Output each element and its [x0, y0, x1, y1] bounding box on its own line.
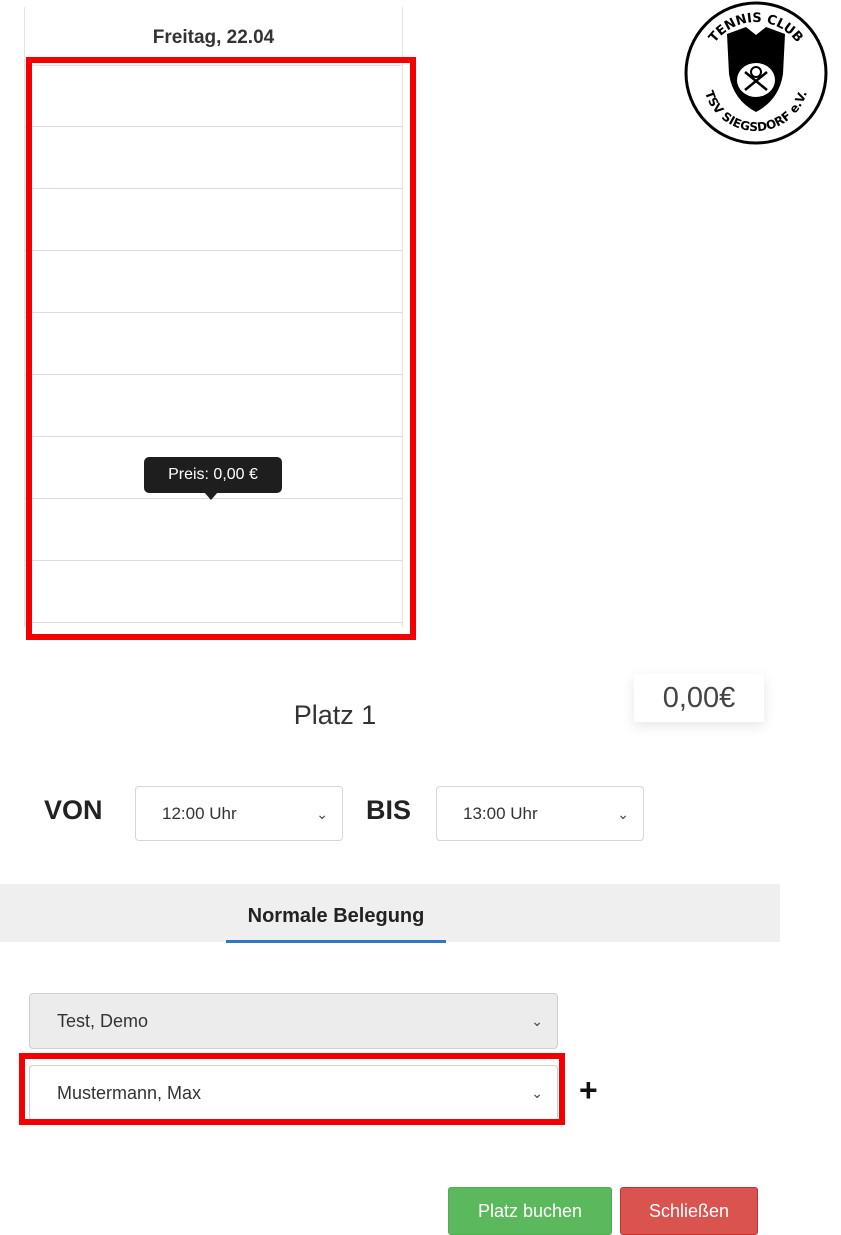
- von-label: VON: [44, 795, 103, 825]
- von-value: 12:00 Uhr: [162, 804, 237, 823]
- bis-select[interactable]: 13:00 Uhr ⌄: [436, 786, 644, 841]
- tab-normale-belegung[interactable]: Normale Belegung: [226, 884, 446, 943]
- bis-label: BIS: [366, 795, 412, 825]
- price-tooltip: Preis: 0,00 €: [144, 457, 282, 493]
- highlight-box-calendar: [26, 57, 416, 640]
- von-select[interactable]: 12:00 Uhr ⌄: [135, 786, 343, 841]
- court-title: Platz 1: [293, 700, 377, 730]
- highlight-box-player: [19, 1053, 565, 1125]
- chevron-down-icon: ⌄: [617, 806, 629, 822]
- price-display: 0,00€: [634, 674, 764, 722]
- book-court-button[interactable]: Platz buchen: [448, 1187, 612, 1235]
- add-player-icon[interactable]: +: [579, 1072, 598, 1109]
- bis-value: 13:00 Uhr: [463, 804, 538, 823]
- close-button[interactable]: Schließen: [620, 1187, 758, 1235]
- chevron-down-icon: ⌄: [316, 806, 328, 822]
- club-logo: TENNIS CLUB TSV SIEGSDORF e.V.: [683, 0, 829, 146]
- player-1-value: Test, Demo: [57, 1011, 149, 1031]
- player-select-1[interactable]: Test, Demo ⌄: [29, 993, 558, 1049]
- chevron-down-icon: ⌄: [531, 1013, 543, 1029]
- tooltip-arrow: [204, 492, 218, 500]
